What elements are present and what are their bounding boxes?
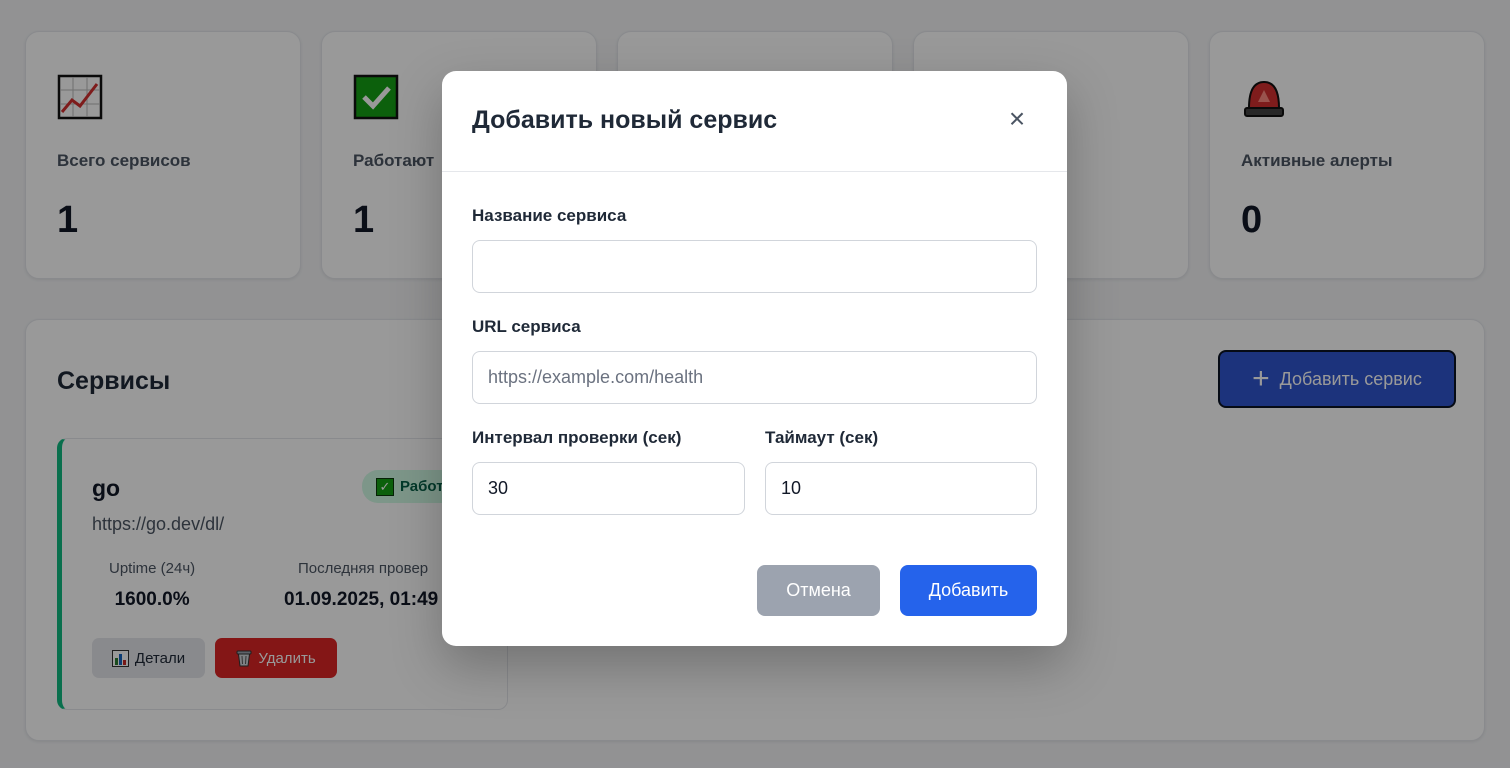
modal-header: Добавить новый сервис × (442, 71, 1067, 172)
service-url-input[interactable] (472, 351, 1037, 404)
add-service-modal: Добавить новый сервис × Название сервиса… (442, 71, 1067, 646)
service-name-input[interactable] (472, 240, 1037, 293)
service-name-label: Название сервиса (472, 206, 627, 225)
interval-input[interactable] (472, 462, 745, 515)
timeout-input[interactable] (765, 462, 1037, 515)
modal-title: Добавить новый сервис (472, 106, 778, 134)
cancel-button[interactable]: Отмена (757, 565, 880, 616)
submit-button[interactable]: Добавить (900, 565, 1037, 616)
service-url-label: URL сервиса (472, 317, 581, 336)
timeout-label: Таймаут (сек) (765, 428, 879, 447)
close-icon[interactable]: × (1002, 103, 1032, 134)
interval-label: Интервал проверки (сек) (472, 428, 682, 447)
